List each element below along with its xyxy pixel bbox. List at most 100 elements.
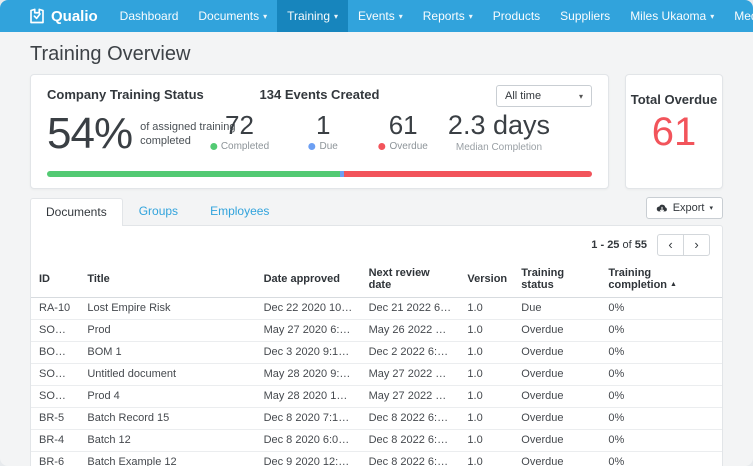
user-menu[interactable]: Miles Ukaoma ▾ <box>620 0 724 32</box>
chevron-down-icon: ▾ <box>468 11 473 21</box>
org-menu[interactable]: Medical Devi...▾ <box>724 0 753 32</box>
table-row[interactable]: SOP-90 Prod May 27 2020 6:41 PM May 26 2… <box>31 319 722 342</box>
chevron-left-icon: ‹ <box>668 236 673 252</box>
chevron-down-icon: ▾ <box>709 205 713 212</box>
completed-dot-icon <box>209 143 217 150</box>
cell-version: 1.0 <box>459 341 514 364</box>
cell-training-status: Overdue <box>513 407 601 430</box>
column-header-next-review-date[interactable]: Next review date <box>360 262 460 298</box>
qualio-logo[interactable]: Qualio <box>28 0 98 32</box>
column-header-id[interactable]: ID <box>31 262 80 298</box>
pager-buttons: ‹ › <box>657 234 710 256</box>
cell-training-completion: 0% <box>600 385 722 408</box>
cell-date-approved: Dec 8 2020 7:13 PM <box>255 407 361 430</box>
cell-version: 1.0 <box>459 363 514 386</box>
table-row[interactable]: BOM-7 BOM 1 Dec 3 2020 9:19 AM Dec 2 202… <box>31 341 722 364</box>
cell-next-review-date: May 26 2022 7:00 PM <box>360 319 460 342</box>
nav-item-reports[interactable]: Reports ▾ <box>413 0 483 32</box>
pagination-total: 55 <box>634 239 647 251</box>
cell-training-completion: 0% <box>600 297 722 320</box>
cell-id: SOP-94 <box>31 385 80 408</box>
table-row[interactable]: RA-10 Lost Empire Risk Dec 22 2020 10:08… <box>31 297 722 320</box>
cell-training-status: Overdue <box>513 385 601 408</box>
cell-next-review-date: Dec 8 2022 6:00 PM <box>360 429 460 452</box>
time-filter-value: All time <box>505 90 542 102</box>
table-header-row: ID Title Date approved Next review date … <box>31 262 722 298</box>
cell-version: 1.0 <box>459 451 514 466</box>
cell-date-approved: May 28 2020 12:24 PM <box>255 385 361 408</box>
table-row[interactable]: BR-5 Batch Record 15 Dec 8 2020 7:13 PM … <box>31 407 722 430</box>
cell-date-approved: Dec 9 2020 12:23 PM <box>255 451 361 466</box>
cell-date-approved: May 28 2020 9:34 AM <box>255 363 361 386</box>
export-button[interactable]: Export ▾ <box>645 197 723 219</box>
nav-item-suppliers[interactable]: Suppliers <box>550 0 620 32</box>
cell-training-completion: 0% <box>600 319 722 342</box>
table-row[interactable]: BR-6 Batch Example 12 Dec 9 2020 12:23 P… <box>31 451 722 466</box>
cell-title: Batch 12 <box>79 429 256 452</box>
main-nav: Dashboard Documents ▾ Training ▾ Events ▾ R… <box>110 0 621 32</box>
column-header-title[interactable]: Title <box>79 262 256 298</box>
nav-item-events[interactable]: Events ▾ <box>348 0 413 32</box>
prev-page-button[interactable]: ‹ <box>657 234 684 256</box>
chevron-down-icon: ▾ <box>578 91 583 101</box>
table-row[interactable]: SOP-92 Untitled document May 28 2020 9:3… <box>31 363 722 386</box>
median-completion: 2.3 days Median Completion <box>447 110 550 154</box>
column-header-training-completion[interactable]: Training completion ▲ <box>600 262 722 298</box>
total-overdue-card: Total Overdue 61 <box>625 74 723 189</box>
cell-version: 1.0 <box>459 319 514 342</box>
time-filter-select[interactable]: All time ▾ <box>496 85 592 107</box>
cell-id: BOM-7 <box>31 341 80 364</box>
nav-item-products[interactable]: Products <box>483 0 550 32</box>
cell-training-completion: 0% <box>600 429 722 452</box>
table-row[interactable]: BR-4 Batch 12 Dec 8 2020 6:02 PM Dec 8 2… <box>31 429 722 452</box>
table-row[interactable]: SOP-94 Prod 4 May 28 2020 12:24 PM May 2… <box>31 385 722 408</box>
progress-completed-segment <box>47 171 340 177</box>
cell-training-completion: 0% <box>600 407 722 430</box>
nav-item-training[interactable]: Training ▾ <box>277 0 349 32</box>
column-header-version[interactable]: Version <box>459 262 514 298</box>
page-title: Training Overview <box>30 43 191 65</box>
cell-version: 1.0 <box>459 297 514 320</box>
cell-title: Untitled document <box>79 363 256 386</box>
tab-documents[interactable]: Documents <box>30 198 123 226</box>
overdue-dot-icon <box>378 143 386 150</box>
cell-title: Batch Example 12 <box>79 451 256 466</box>
download-cloud-icon <box>656 204 667 213</box>
cell-training-completion: 0% <box>600 363 722 386</box>
cell-next-review-date: Dec 8 2022 6:00 PM <box>360 407 460 430</box>
top-navbar: Qualio Dashboard Documents ▾ Training ▾ Ev… <box>0 0 753 32</box>
company-training-status-card: Company Training Status 134 Events Creat… <box>30 74 609 189</box>
stat-completed: 72 Completed <box>209 111 269 152</box>
chevron-right-icon: › <box>694 236 699 252</box>
status-card-body: 54% of assigned training completed 72 Co… <box>47 111 592 163</box>
cell-title: BOM 1 <box>79 341 256 364</box>
chevron-down-icon: ▾ <box>710 11 715 21</box>
cell-version: 1.0 <box>459 429 514 452</box>
tab-groups[interactable]: Groups <box>123 197 194 225</box>
app-window: Qualio Dashboard Documents ▾ Training ▾ Ev… <box>0 0 753 466</box>
event-stats: 72 Completed 1 Due 61 Overdue <box>209 111 429 152</box>
cell-training-status: Overdue <box>513 429 601 452</box>
cell-id: BR-5 <box>31 407 80 430</box>
cell-id: SOP-90 <box>31 319 80 342</box>
column-header-training-status[interactable]: Training status <box>513 262 601 298</box>
stat-due: 1 Due <box>297 111 349 152</box>
pagination-range: 1 - 25 <box>591 239 620 251</box>
nav-item-documents[interactable]: Documents ▾ <box>188 0 277 32</box>
cell-training-status: Overdue <box>513 319 601 342</box>
cell-date-approved: Dec 22 2020 10:08 AM <box>255 297 361 320</box>
progress-overdue-segment <box>344 171 592 177</box>
cell-training-completion: 0% <box>600 451 722 466</box>
sort-ascending-icon: ▲ <box>670 281 677 288</box>
nav-item-dashboard[interactable]: Dashboard <box>110 0 189 32</box>
column-header-date-approved[interactable]: Date approved <box>255 262 361 298</box>
next-page-button[interactable]: › <box>683 234 710 256</box>
pagination: 1 - 25 of 55 ‹ › <box>31 226 722 262</box>
pagination-text: 1 - 25 of 55 <box>591 239 647 251</box>
cell-training-status: Overdue <box>513 341 601 364</box>
cell-date-approved: Dec 8 2020 6:02 PM <box>255 429 361 452</box>
tab-employees[interactable]: Employees <box>194 197 285 225</box>
cell-next-review-date: May 27 2022 7:00 PM <box>360 385 460 408</box>
completion-percent: 54% <box>47 109 133 158</box>
documents-table-body: RA-10 Lost Empire Risk Dec 22 2020 10:08… <box>31 297 722 466</box>
